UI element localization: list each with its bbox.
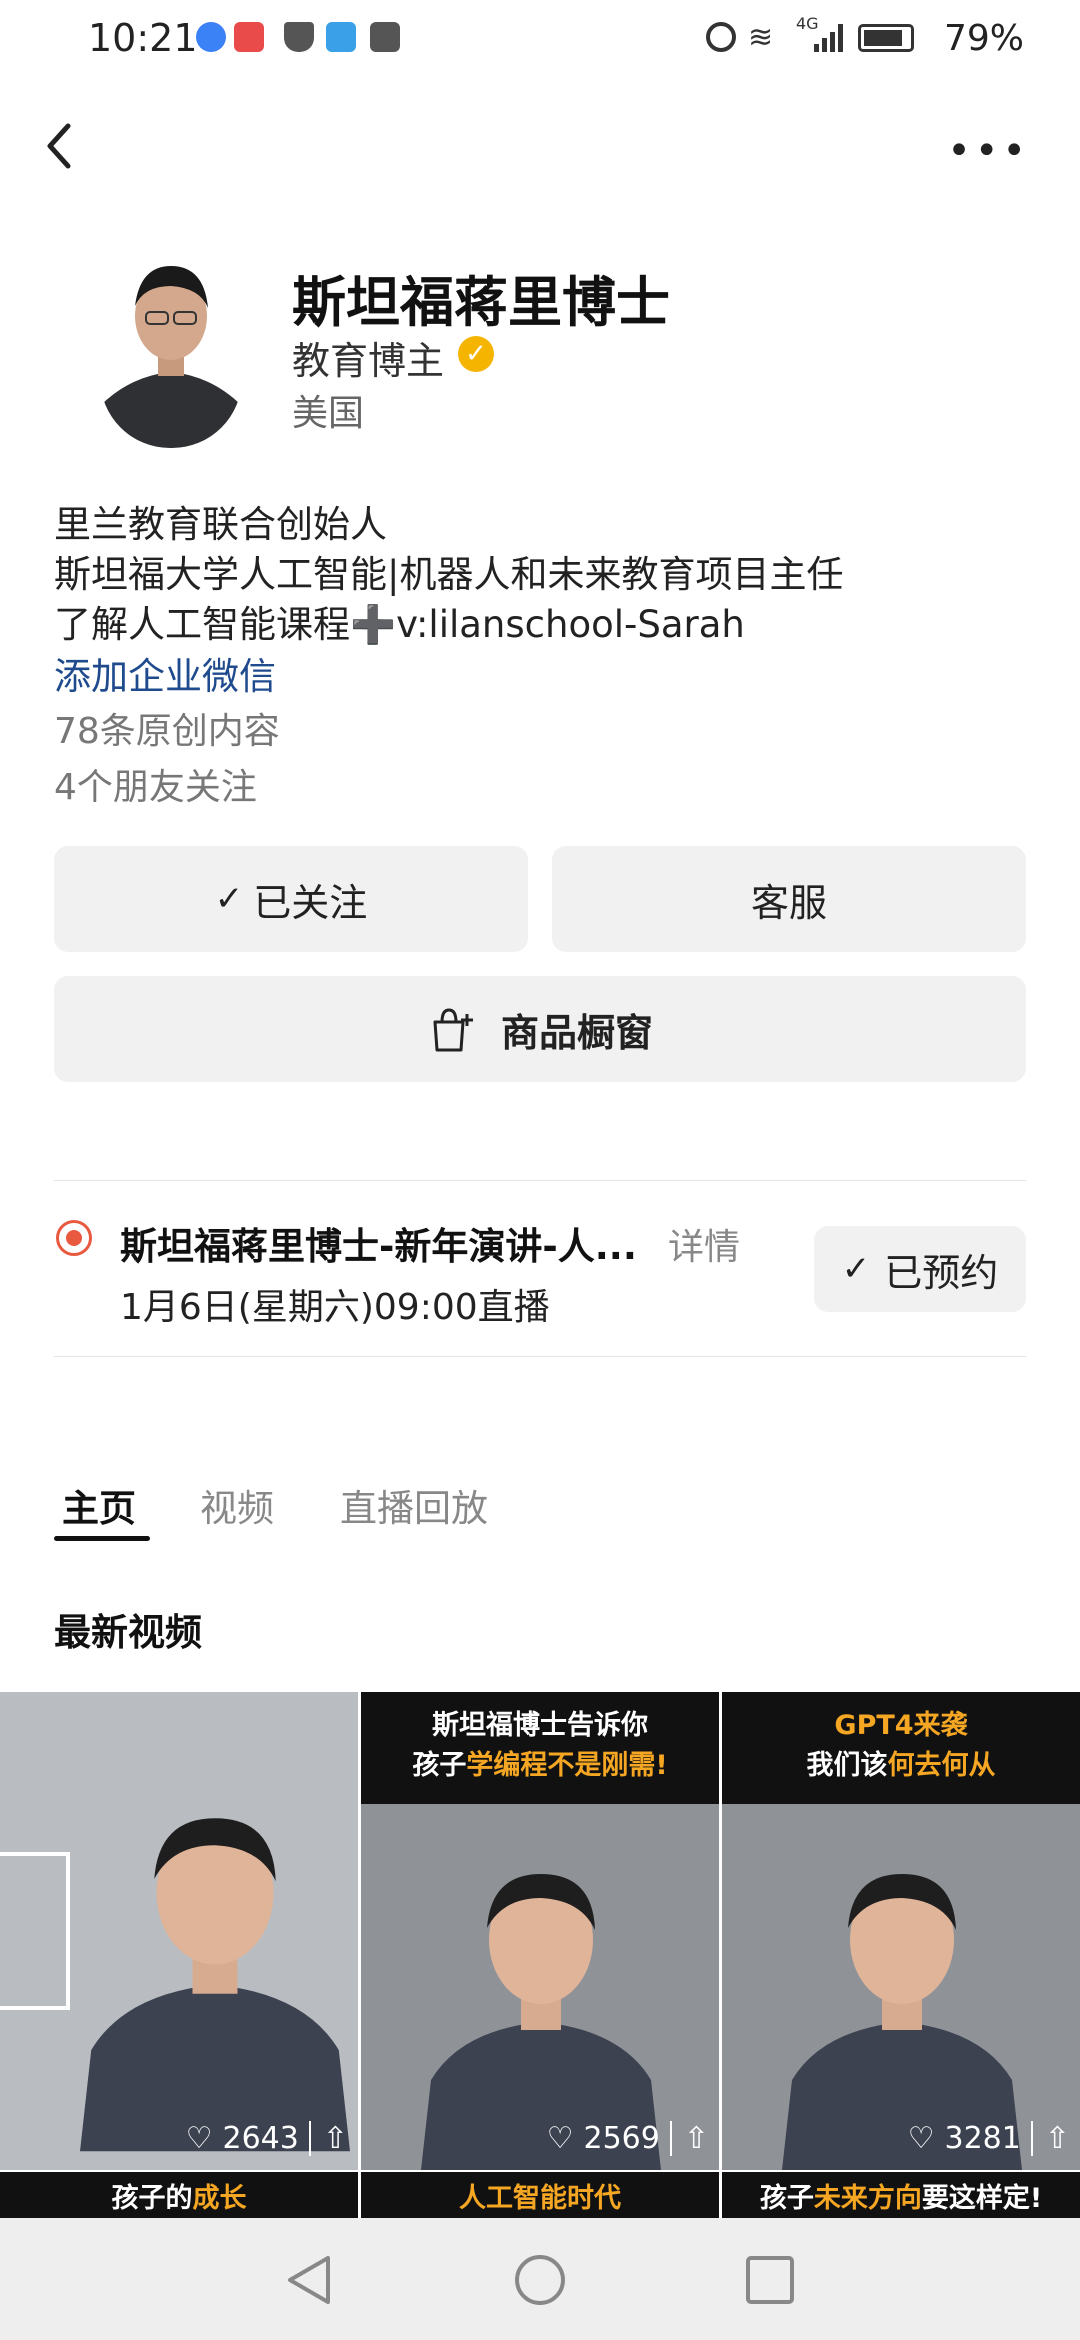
profile-region: 美国 [292,393,365,434]
huawei-app-icon [234,22,264,52]
share-icon[interactable]: ⇧ [1030,2121,1070,2156]
nav-home-icon[interactable] [512,2252,568,2308]
profile-name: 斯坦福蒋里博士 [292,271,670,334]
battery-percent: 79% [943,18,1024,59]
video-stats: ♡ 2569 ⇧ [547,2121,709,2156]
caption-highlight: 未来方向 [813,2183,922,2214]
back-arrow-icon [47,123,71,169]
divider [54,1356,1026,1357]
battery-icon [858,24,914,52]
followed-button[interactable]: ✓ 已关注 [54,846,528,952]
signal-icon [814,22,844,52]
like-count: 3281 [944,2121,1021,2156]
video-stats: ♡ 2643 ⇧ [186,2121,348,2156]
presenter-thumbnail-icon [421,1874,661,2170]
more-options-button[interactable]: ••• [947,128,1030,174]
heart-icon: ♡ [185,2121,213,2156]
heart-icon: ♡ [907,2121,935,2156]
caption-highlight: 学编程不是刚需! [466,1750,668,1781]
share-icon[interactable]: ⇧ [308,2121,348,2156]
heart-icon: ♡ [546,2121,574,2156]
caption-highlight: 成长 [192,2183,247,2214]
add-enterprise-wechat-link[interactable]: 添加企业微信 [54,646,276,700]
original-content-count[interactable]: 78条原创内容 [54,702,280,754]
customer-service-label: 客服 [750,880,827,925]
sd-card-icon [370,22,400,52]
video-tile[interactable]: GPT4来袭 我们该何去何从 ♡ 3281 ⇧ [722,1692,1080,2170]
bio-line: 斯坦福大学人工智能|机器人和未来教育项目主任 [54,553,844,596]
share-icon[interactable]: ⇧ [669,2121,709,2156]
nav-recents-icon[interactable] [742,2252,798,2308]
shield-icon [284,22,314,52]
checkmark-icon: ✓ [841,1249,871,1289]
app-icon [326,22,356,52]
avatar-portrait-icon [100,236,242,448]
like-count: 2569 [583,2121,660,2156]
caption-line: GPT4来袭 [834,1710,968,1741]
alarm-icon [706,22,736,52]
back-button[interactable] [40,118,80,174]
tab-videos[interactable]: 视频 [200,1478,274,1532]
reserved-button[interactable]: ✓ 已预约 [814,1226,1026,1312]
wifi-icon: ≋ [748,20,774,55]
presenter-thumbnail-icon [80,1818,350,2152]
tab-home[interactable]: 主页 [62,1478,136,1532]
divider [54,1180,1026,1181]
caption-line: 斯坦福博士告诉你 [432,1710,648,1741]
live-title[interactable]: 斯坦福蒋里博士-新年演讲-人... [120,1216,637,1270]
active-tab-indicator [54,1536,150,1541]
video-tile[interactable]: 斯坦福博士告诉你 孩子学编程不是刚需! ♡ 2569 ⇧ [361,1692,719,2170]
profile-role: 教育博主 [292,339,445,383]
friends-following-count[interactable]: 4个朋友关注 [54,758,257,810]
bio-line: 里兰教育联合创始人 [54,503,387,546]
bio-line: 了解人工智能课程➕v:lilanschool-Sarah [54,603,745,646]
nav-back-icon[interactable] [282,2252,338,2308]
checkmark-icon: ✓ [214,879,244,919]
caption-text: 孩子的 [111,2183,193,2214]
caption-text: 要这样定! [921,2183,1043,2214]
caption-highlight: 人工智能时代 [459,2183,621,2214]
status-bar: 10:21 ≋ 4G 79% [0,0,1080,84]
live-schedule: 1月6日(星期六)09:00直播 [120,1287,550,1328]
status-time: 10:21 [88,16,198,60]
verified-badge-icon: ✓ [458,336,494,372]
shopping-bag-icon [433,1008,473,1052]
customer-service-button[interactable]: 客服 [552,846,1026,952]
live-record-icon [56,1220,92,1256]
tab-live-replay[interactable]: 直播回放 [340,1478,488,1532]
frame-decoration [0,1852,70,2010]
system-navigation-bar [0,2218,1080,2340]
video-tile[interactable]: ♡ 2643 ⇧ [0,1692,358,2170]
avatar[interactable] [100,236,242,448]
reserved-label: 已预约 [884,1250,999,1295]
caption-highlight: 何去何从 [887,1750,996,1781]
video-stats: ♡ 3281 ⇧ [908,2121,1070,2156]
latest-videos-title: 最新视频 [54,1611,202,1654]
video-cover-caption: 斯坦福博士告诉你 孩子学编程不是刚需! [361,1692,719,1804]
live-detail-link[interactable]: 详情 [668,1218,740,1270]
caption-text: 我们该 [806,1750,888,1781]
followed-label: 已关注 [253,880,368,925]
video-cover-caption: GPT4来袭 我们该何去何从 [722,1692,1080,1804]
shop-window-label: 商品橱窗 [500,1010,653,1055]
shop-window-button[interactable]: 商品橱窗 [54,976,1026,1082]
more-dots-icon: ••• [947,128,1030,174]
like-count: 2643 [222,2121,299,2156]
presenter-thumbnail-icon [782,1874,1022,2170]
caption-text: 孩子 [759,2183,814,2214]
browser-icon [196,22,226,52]
caption-text: 孩子 [412,1750,467,1781]
